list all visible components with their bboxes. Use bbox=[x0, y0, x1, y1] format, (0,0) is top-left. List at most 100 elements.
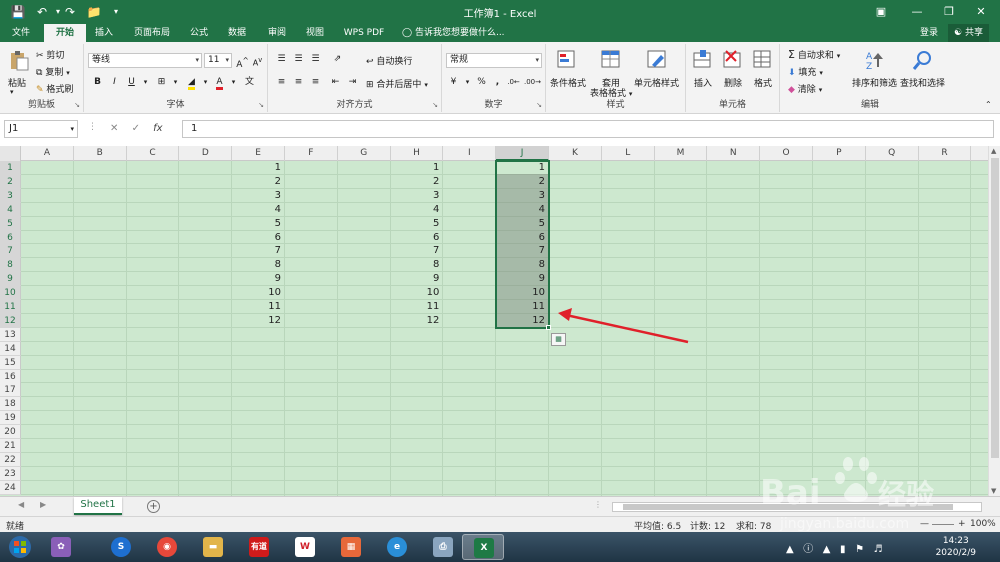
row-header-23[interactable]: 23 bbox=[0, 466, 21, 481]
vertical-scroll-thumb[interactable] bbox=[991, 158, 999, 458]
paste-dropdown-icon[interactable]: ▾ bbox=[10, 88, 14, 96]
font-color-button[interactable]: A bbox=[212, 75, 227, 90]
cell-column-h[interactable]: 2 bbox=[391, 175, 444, 189]
cell-column-e[interactable]: 5 bbox=[232, 217, 285, 231]
font-name-select[interactable]: 等线 ▾ bbox=[88, 53, 202, 68]
insert-cells-icon[interactable] bbox=[692, 49, 714, 71]
column-header-i[interactable]: I bbox=[443, 146, 497, 161]
clipboard-launcher-icon[interactable]: ↘ bbox=[74, 101, 80, 109]
add-sheet-button[interactable]: + bbox=[147, 500, 160, 513]
border-button[interactable]: ⊞ bbox=[154, 75, 169, 90]
system-clock[interactable]: 14:23 2020/2/9 bbox=[936, 535, 976, 559]
row-header-16[interactable]: 16 bbox=[0, 369, 21, 384]
fill-color-button[interactable]: ◢ bbox=[184, 75, 199, 90]
tell-me-box[interactable]: ◯ 告诉我您想要做什么... bbox=[402, 24, 505, 42]
font-size-select[interactable]: 11 ▾ bbox=[204, 53, 232, 68]
grow-font-button[interactable]: A^ bbox=[235, 53, 250, 70]
sheet-tab-sheet1[interactable]: Sheet1 bbox=[74, 497, 122, 515]
increase-indent-icon[interactable]: ⇥ bbox=[345, 75, 360, 90]
column-header-a[interactable]: A bbox=[21, 146, 74, 161]
tab-review[interactable]: 审阅 bbox=[262, 24, 292, 42]
spreadsheet-grid[interactable]: ABCDEFGHIJKLMNOPQR 1 2 3 4 5 6 7 8 9 10 11 12 13 14 15… bbox=[0, 146, 988, 496]
login-link[interactable]: 登录 bbox=[920, 24, 938, 42]
column-header-j[interactable]: J bbox=[496, 146, 549, 161]
find-magnifier-icon[interactable] bbox=[912, 49, 934, 71]
taskbar-app-explorer[interactable]: ▬ bbox=[192, 534, 234, 560]
align-top-icon[interactable]: ☰ bbox=[274, 52, 289, 67]
row-header-4[interactable]: 4 bbox=[0, 202, 21, 217]
sort-filter-icon[interactable]: AZ bbox=[864, 49, 886, 71]
cell-column-h[interactable]: 4 bbox=[391, 203, 444, 217]
taskbar-app-sogou[interactable]: S bbox=[100, 534, 142, 560]
cell-column-j[interactable]: 3 bbox=[496, 189, 549, 203]
underline-button[interactable]: U bbox=[124, 75, 139, 90]
name-box[interactable]: J1 ▾ bbox=[4, 120, 78, 138]
row-header-19[interactable]: 19 bbox=[0, 411, 21, 426]
row-header-14[interactable]: 14 bbox=[0, 341, 21, 356]
border-dropdown-icon[interactable]: ▾ bbox=[168, 75, 183, 90]
tab-split-grip-icon[interactable]: ⋮ bbox=[594, 500, 602, 509]
column-header-e[interactable]: E bbox=[232, 146, 285, 161]
tray-network-icon[interactable]: ▲ bbox=[823, 544, 831, 555]
formula-input[interactable]: 1 bbox=[182, 120, 994, 138]
cell-column-e[interactable]: 11 bbox=[232, 300, 285, 314]
cell-column-e[interactable]: 3 bbox=[232, 189, 285, 203]
column-header-c[interactable]: C bbox=[127, 146, 180, 161]
percent-button[interactable]: % bbox=[474, 75, 489, 90]
taskbar-app-1[interactable]: ✿ bbox=[40, 534, 82, 560]
taskbar-app-chrome[interactable]: ◉ bbox=[146, 534, 188, 560]
row-header-11[interactable]: 11 bbox=[0, 300, 21, 314]
paste-icon[interactable] bbox=[8, 50, 30, 72]
cell-column-h[interactable]: 8 bbox=[391, 258, 444, 272]
format-table-icon[interactable] bbox=[600, 49, 622, 71]
minimize-icon[interactable]: — bbox=[906, 3, 928, 21]
column-header-q[interactable]: Q bbox=[866, 146, 919, 161]
cell-column-e[interactable]: 7 bbox=[232, 244, 285, 258]
taskbar-app-office[interactable]: ▦ bbox=[330, 534, 372, 560]
row-header-24[interactable]: 24 bbox=[0, 480, 21, 495]
ribbon-display-icon[interactable]: ▣ bbox=[870, 3, 892, 21]
cell-column-j[interactable]: 5 bbox=[496, 217, 549, 231]
row-header-18[interactable]: 18 bbox=[0, 397, 21, 412]
taskbar-app-ie[interactable]: e bbox=[376, 534, 418, 560]
underline-dropdown-icon[interactable]: ▾ bbox=[138, 75, 153, 90]
delete-button[interactable]: 删除 bbox=[724, 76, 742, 89]
row-header-20[interactable]: 20 bbox=[0, 425, 21, 440]
column-header-l[interactable]: L bbox=[602, 146, 655, 161]
tab-file[interactable]: 文件 bbox=[4, 24, 38, 42]
tab-view[interactable]: 视图 bbox=[300, 24, 330, 42]
clear-button[interactable]: ◆ 清除 ▾ bbox=[788, 82, 822, 95]
tab-data[interactable]: 数据 bbox=[222, 24, 252, 42]
cell-column-j[interactable]: 6 bbox=[496, 231, 549, 245]
tab-page-layout[interactable]: 页面布局 bbox=[128, 24, 176, 42]
format-painter-button[interactable]: ✎ 格式刷 bbox=[36, 82, 73, 95]
cell-styles-button[interactable]: 单元格样式 bbox=[634, 76, 679, 89]
cell-column-h[interactable]: 1 bbox=[391, 161, 444, 175]
orientation-icon[interactable]: ⇗ bbox=[330, 52, 345, 67]
tab-insert[interactable]: 插入 bbox=[88, 24, 120, 42]
cell-column-e[interactable]: 10 bbox=[232, 286, 285, 300]
format-cells-icon[interactable] bbox=[752, 49, 774, 71]
cell-column-e[interactable]: 12 bbox=[232, 314, 285, 328]
cell-column-j[interactable]: 7 bbox=[496, 244, 549, 258]
cell-column-j[interactable]: 1 bbox=[496, 161, 549, 175]
column-header-o[interactable]: O bbox=[760, 146, 813, 161]
column-header-g[interactable]: G bbox=[338, 146, 391, 161]
tab-formulas[interactable]: 公式 bbox=[184, 24, 214, 42]
cancel-icon[interactable]: ✕ bbox=[110, 123, 118, 134]
column-header-r[interactable]: R bbox=[919, 146, 972, 161]
row-header-1[interactable]: 1 bbox=[0, 161, 21, 175]
collapse-ribbon-icon[interactable]: ⌃ bbox=[985, 100, 992, 109]
row-header-10[interactable]: 10 bbox=[0, 286, 21, 301]
row-header-2[interactable]: 2 bbox=[0, 174, 21, 189]
cell-column-e[interactable]: 8 bbox=[232, 258, 285, 272]
cell-column-h[interactable]: 10 bbox=[391, 286, 444, 300]
tray-flag-icon[interactable]: ⚑ bbox=[855, 544, 864, 555]
font-launcher-icon[interactable]: ↘ bbox=[258, 101, 264, 109]
alignment-launcher-icon[interactable]: ↘ bbox=[432, 101, 438, 109]
cell-column-j[interactable]: 8 bbox=[496, 258, 549, 272]
tray-up-icon[interactable]: ▲ bbox=[786, 544, 794, 555]
taskbar-app-excel[interactable]: X bbox=[462, 534, 504, 560]
column-header-n[interactable]: N bbox=[707, 146, 761, 161]
decrease-decimal-icon[interactable]: .00→ bbox=[524, 75, 541, 90]
